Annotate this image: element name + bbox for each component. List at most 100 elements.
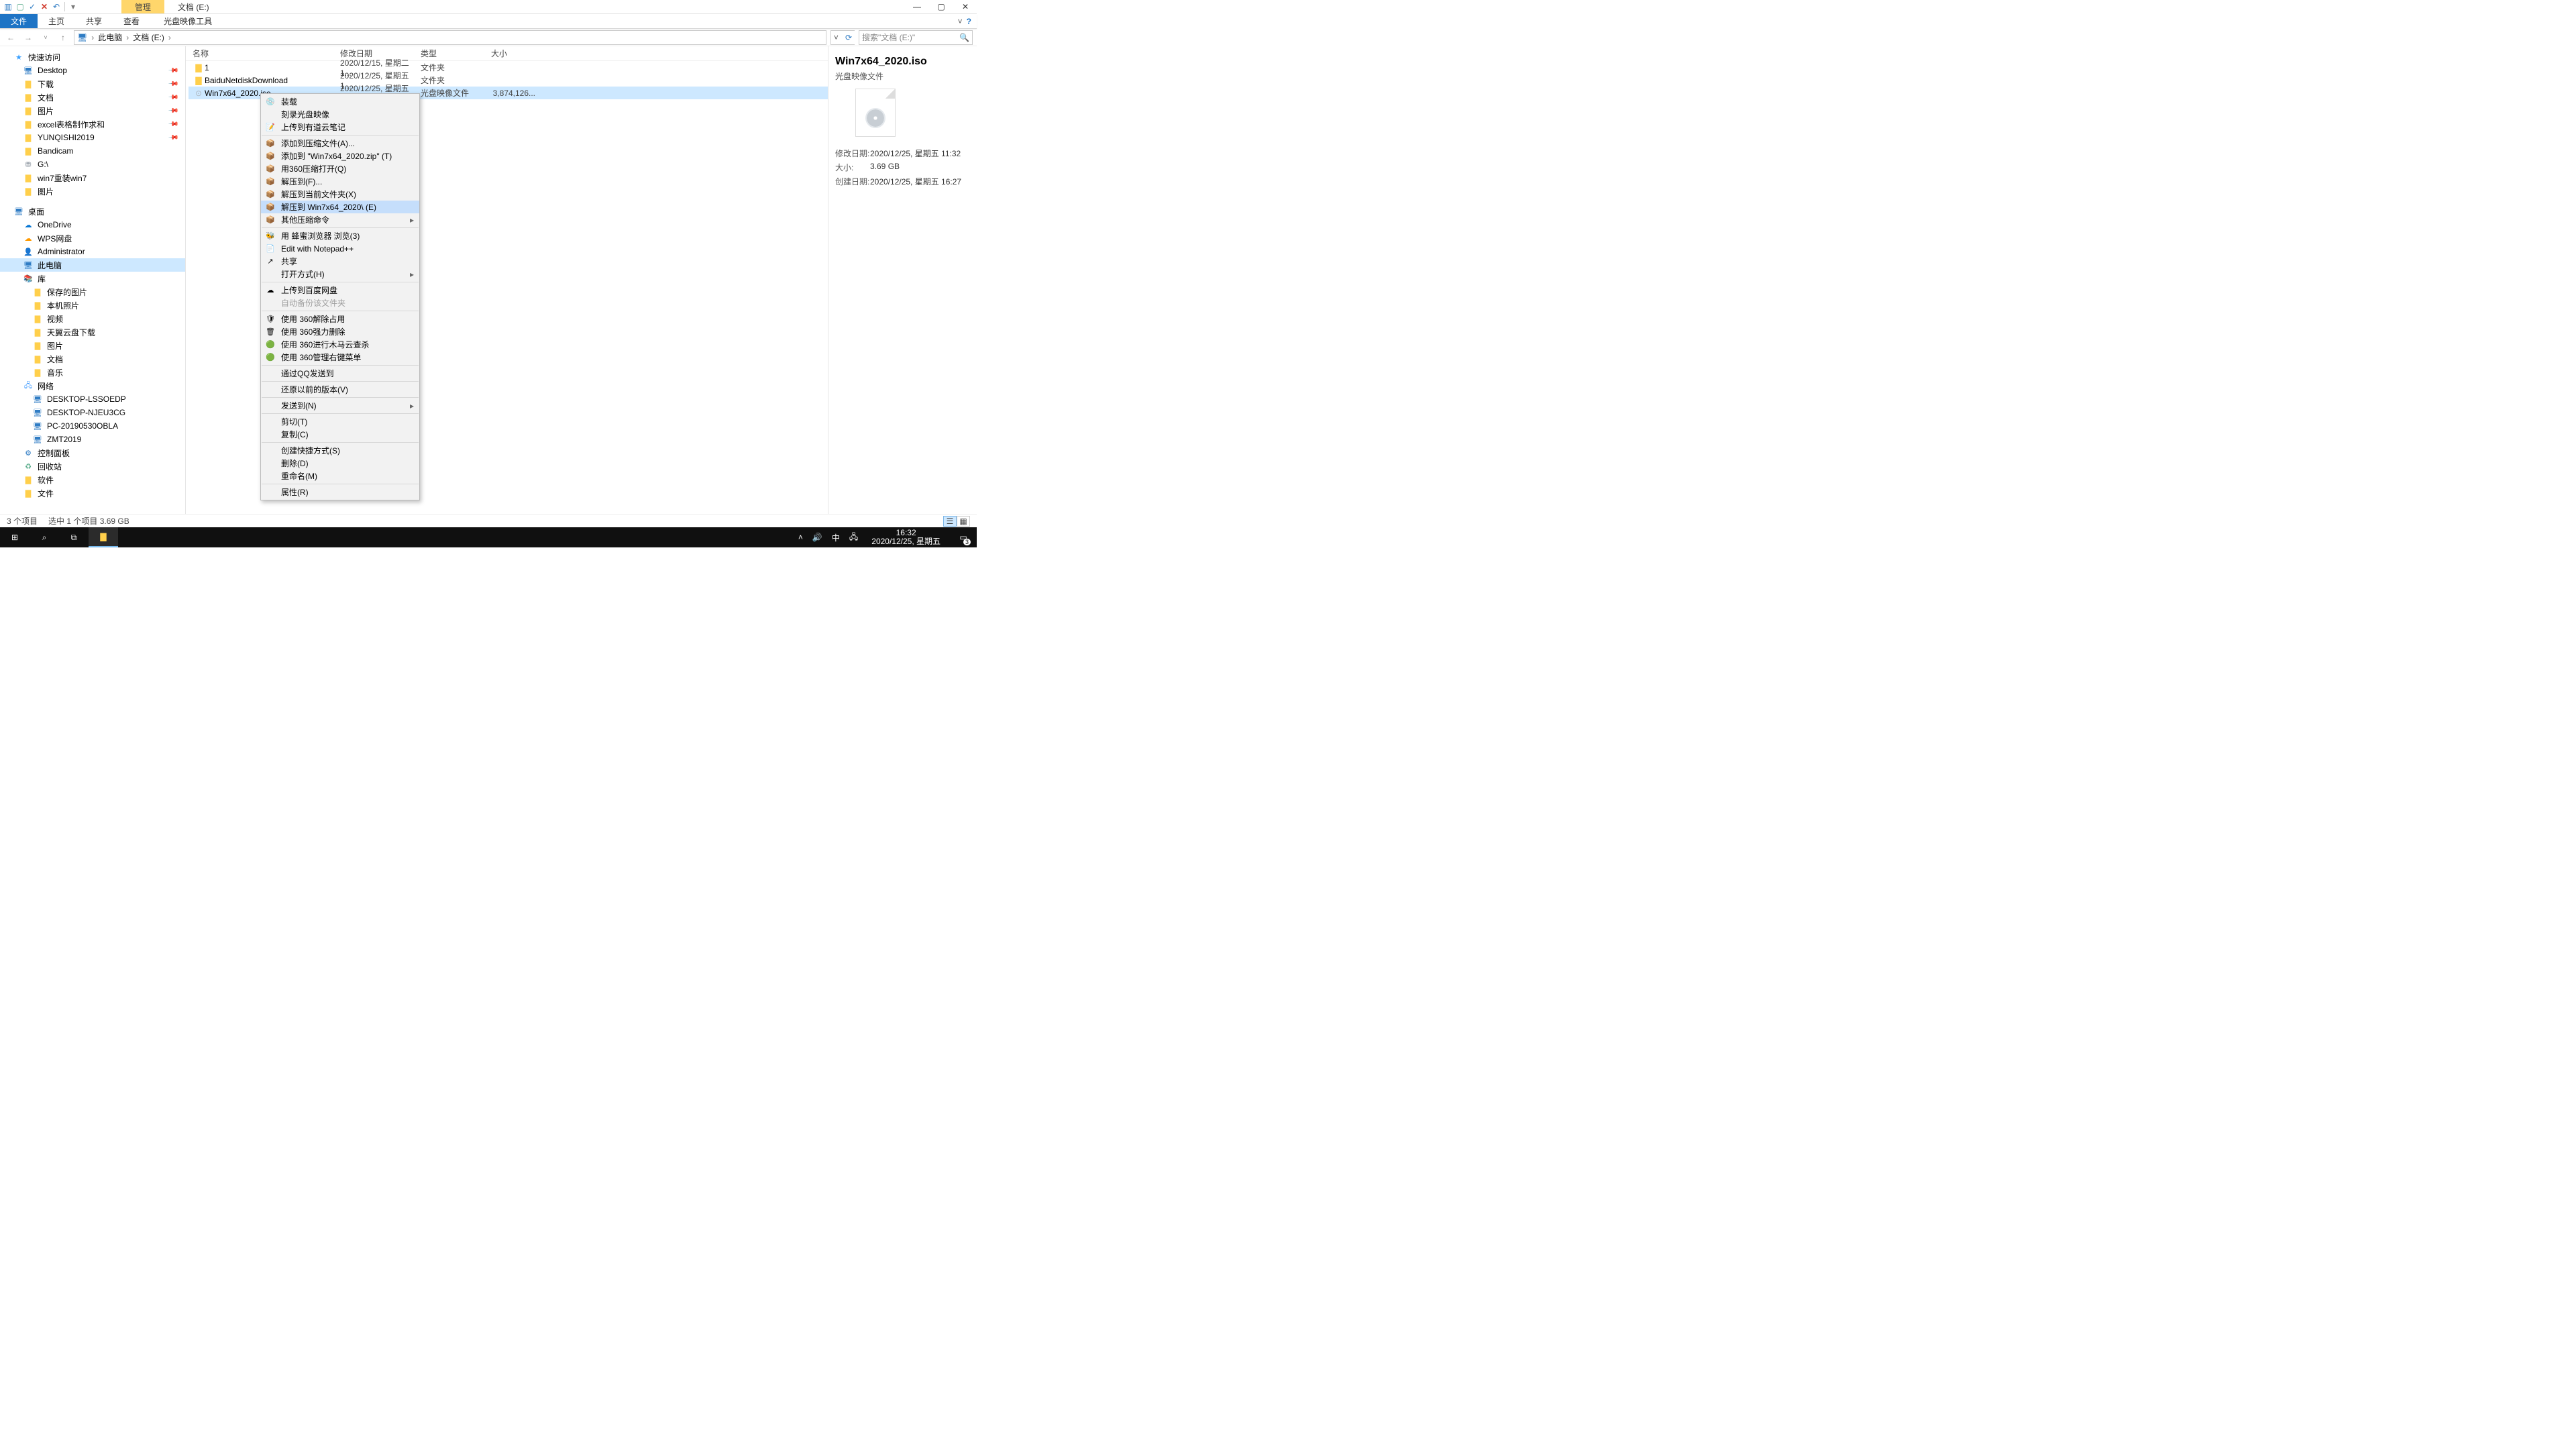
help-icon[interactable]: ? — [967, 17, 971, 26]
tree-item[interactable]: 🖧网络 — [0, 379, 185, 392]
contextual-tab-manage[interactable]: 管理 — [121, 0, 164, 13]
tree-item[interactable]: 🖥PC-20190530OBLA — [0, 419, 185, 433]
task-view-button[interactable]: ⧉ — [59, 527, 89, 547]
tree-item[interactable]: ▇win7重装win7 — [0, 171, 185, 184]
tree-item[interactable]: 🖥DESKTOP-LSSOEDP — [0, 392, 185, 406]
qat-undo-icon[interactable]: ↶ — [51, 1, 62, 12]
tree-item[interactable]: ▇YUNQISHI2019📌 — [0, 131, 185, 144]
ribbon-view[interactable]: 查看 — [113, 14, 150, 28]
tree-item[interactable]: ▇Bandicam — [0, 144, 185, 158]
menu-item[interactable]: 复制(C) — [261, 428, 419, 441]
tree-item[interactable]: 📚库 — [0, 272, 185, 285]
minimize-button[interactable]: — — [912, 2, 922, 11]
menu-item[interactable]: 删除(D) — [261, 457, 419, 470]
tree-item[interactable]: 🖥桌面 — [0, 205, 185, 218]
tree-item[interactable]: ▇下载📌 — [0, 77, 185, 91]
nav-back-button[interactable]: ← — [4, 33, 17, 42]
tree-item[interactable]: ▇图片 — [0, 339, 185, 352]
tree-item[interactable]: 🖥此电脑 — [0, 258, 185, 272]
taskbar-explorer[interactable]: ▇ — [89, 527, 118, 547]
ribbon-disc-tools[interactable]: 光盘映像工具 — [153, 14, 223, 28]
menu-item[interactable]: 📄 Edit with Notepad++ — [261, 242, 419, 255]
tree-item[interactable]: ▇excel表格制作求和📌 — [0, 117, 185, 131]
tree-item[interactable]: ▇文件 — [0, 486, 185, 500]
tree-item[interactable]: ▇天翼云盘下载 — [0, 325, 185, 339]
network-icon[interactable]: 🖧 — [849, 531, 858, 545]
nav-recent-dropdown[interactable]: ˅ — [39, 34, 52, 41]
taskbar-clock[interactable]: 16:32 2020/12/25, 星期五 — [867, 529, 945, 546]
menu-item[interactable]: 通过QQ发送到 — [261, 367, 419, 380]
thumbnails-view-button[interactable]: ▦ — [957, 516, 970, 527]
ribbon-share[interactable]: 共享 — [75, 14, 113, 28]
tree-item[interactable]: ♻回收站 — [0, 460, 185, 473]
tree-item[interactable]: ▇软件 — [0, 473, 185, 486]
tree-item[interactable]: ☁WPS网盘 — [0, 231, 185, 245]
menu-item[interactable]: 📦 解压到 Win7x64_2020\ (E) — [261, 201, 419, 213]
tree-item[interactable]: 👤Administrator — [0, 245, 185, 258]
menu-item[interactable]: 🗑 使用 360强力删除 — [261, 325, 419, 338]
menu-item[interactable]: 📦 添加到压缩文件(A)... — [261, 137, 419, 150]
menu-item[interactable]: 📦 解压到(F)... — [261, 175, 419, 188]
chevron-right-icon[interactable]: › — [91, 33, 94, 42]
menu-item[interactable]: 💿 装载 — [261, 95, 419, 108]
qat-dropdown-icon[interactable]: ▾ — [68, 1, 78, 12]
tree-item[interactable]: ▇图片 — [0, 184, 185, 198]
chevron-right-icon[interactable]: › — [168, 33, 171, 42]
menu-item[interactable]: 创建快捷方式(S) — [261, 444, 419, 457]
tree-item[interactable]: ⛃G:\ — [0, 158, 185, 171]
tree-item[interactable]: ▇图片📌 — [0, 104, 185, 117]
breadcrumb[interactable]: 🖥 › 此电脑 › 文档 (E:) › — [74, 30, 826, 45]
menu-item[interactable]: 📦 其他压缩命令 ▸ — [261, 213, 419, 226]
menu-item[interactable]: 刻录光盘映像 — [261, 108, 419, 121]
tree-item[interactable]: 🖥DESKTOP-NJEU3CG — [0, 406, 185, 419]
column-size[interactable]: 大小 — [491, 48, 538, 59]
tree-item[interactable]: ☁OneDrive — [0, 218, 185, 231]
column-type[interactable]: 类型 — [421, 48, 491, 59]
menu-item[interactable]: 🟢 使用 360管理右键菜单 — [261, 351, 419, 364]
menu-item[interactable]: 📦 添加到 "Win7x64_2020.zip" (T) — [261, 150, 419, 162]
breadcrumb-dropdown-icon[interactable]: ˅ — [834, 33, 839, 42]
menu-item[interactable]: 🛡 使用 360解除占用 — [261, 313, 419, 325]
tree-item[interactable]: ▇文档📌 — [0, 91, 185, 104]
action-center-button[interactable]: ▭ 3 — [954, 527, 973, 547]
menu-item[interactable]: 📦 解压到当前文件夹(X) — [261, 188, 419, 201]
qat-delete-icon[interactable]: ✕ — [39, 1, 50, 12]
tree-item[interactable]: ▇本机照片 — [0, 299, 185, 312]
nav-forward-button[interactable]: → — [21, 33, 35, 42]
menu-item[interactable]: 还原以前的版本(V) — [261, 383, 419, 396]
ime-indicator[interactable]: 中 — [832, 532, 840, 543]
menu-item[interactable]: 📝 上传到有道云笔记 — [261, 121, 419, 133]
tree-item[interactable]: ⚙控制面板 — [0, 446, 185, 460]
tree-item[interactable]: ▇保存的图片 — [0, 285, 185, 299]
file-row[interactable]: ▇ 1 2020/12/15, 星期二 1... 文件夹 — [189, 61, 828, 74]
tree-item[interactable]: ▇视频 — [0, 312, 185, 325]
menu-item[interactable]: 重命名(M) — [261, 470, 419, 482]
volume-icon[interactable]: 🔊 — [812, 533, 822, 542]
close-button[interactable]: ✕ — [961, 2, 970, 11]
menu-item[interactable]: 发送到(N) ▸ — [261, 399, 419, 412]
start-button[interactable]: ⊞ — [0, 527, 30, 547]
menu-item[interactable]: 属性(R) — [261, 486, 419, 498]
file-row[interactable]: ▇ BaiduNetdiskDownload 2020/12/25, 星期五 1… — [189, 74, 828, 87]
menu-item[interactable]: 剪切(T) — [261, 415, 419, 428]
menu-item[interactable]: ☁ 上传到百度网盘 — [261, 284, 419, 297]
ribbon-file[interactable]: 文件 — [0, 14, 38, 28]
taskbar-search-button[interactable]: ⌕ — [30, 527, 59, 547]
tree-item[interactable]: ▇音乐 — [0, 366, 185, 379]
menu-item[interactable]: 🐝 用 蜂蜜浏览器 浏览(3) — [261, 229, 419, 242]
maximize-button[interactable]: ▢ — [936, 2, 946, 11]
tray-chevron-up-icon[interactable]: ˄ — [798, 533, 803, 542]
ribbon-collapse-icon[interactable]: ˅ — [958, 17, 963, 26]
chevron-right-icon[interactable]: › — [126, 33, 129, 42]
tree-item[interactable]: 🖥ZMT2019 — [0, 433, 185, 446]
qat-save-icon[interactable]: ✓ — [27, 1, 38, 12]
tree-item[interactable]: 🖥Desktop📌 — [0, 64, 185, 77]
details-view-button[interactable]: ☰ — [943, 516, 957, 527]
refresh-icon[interactable]: ⟳ — [845, 33, 852, 42]
menu-item[interactable]: 🟢 使用 360进行木马云查杀 — [261, 338, 419, 351]
ribbon-home[interactable]: 主页 — [38, 14, 75, 28]
breadcrumb-location[interactable]: 文档 (E:) — [133, 32, 164, 43]
column-name[interactable]: 名称 — [193, 48, 340, 59]
breadcrumb-root[interactable]: 此电脑 — [98, 32, 122, 43]
nav-up-button[interactable]: ↑ — [56, 33, 70, 42]
